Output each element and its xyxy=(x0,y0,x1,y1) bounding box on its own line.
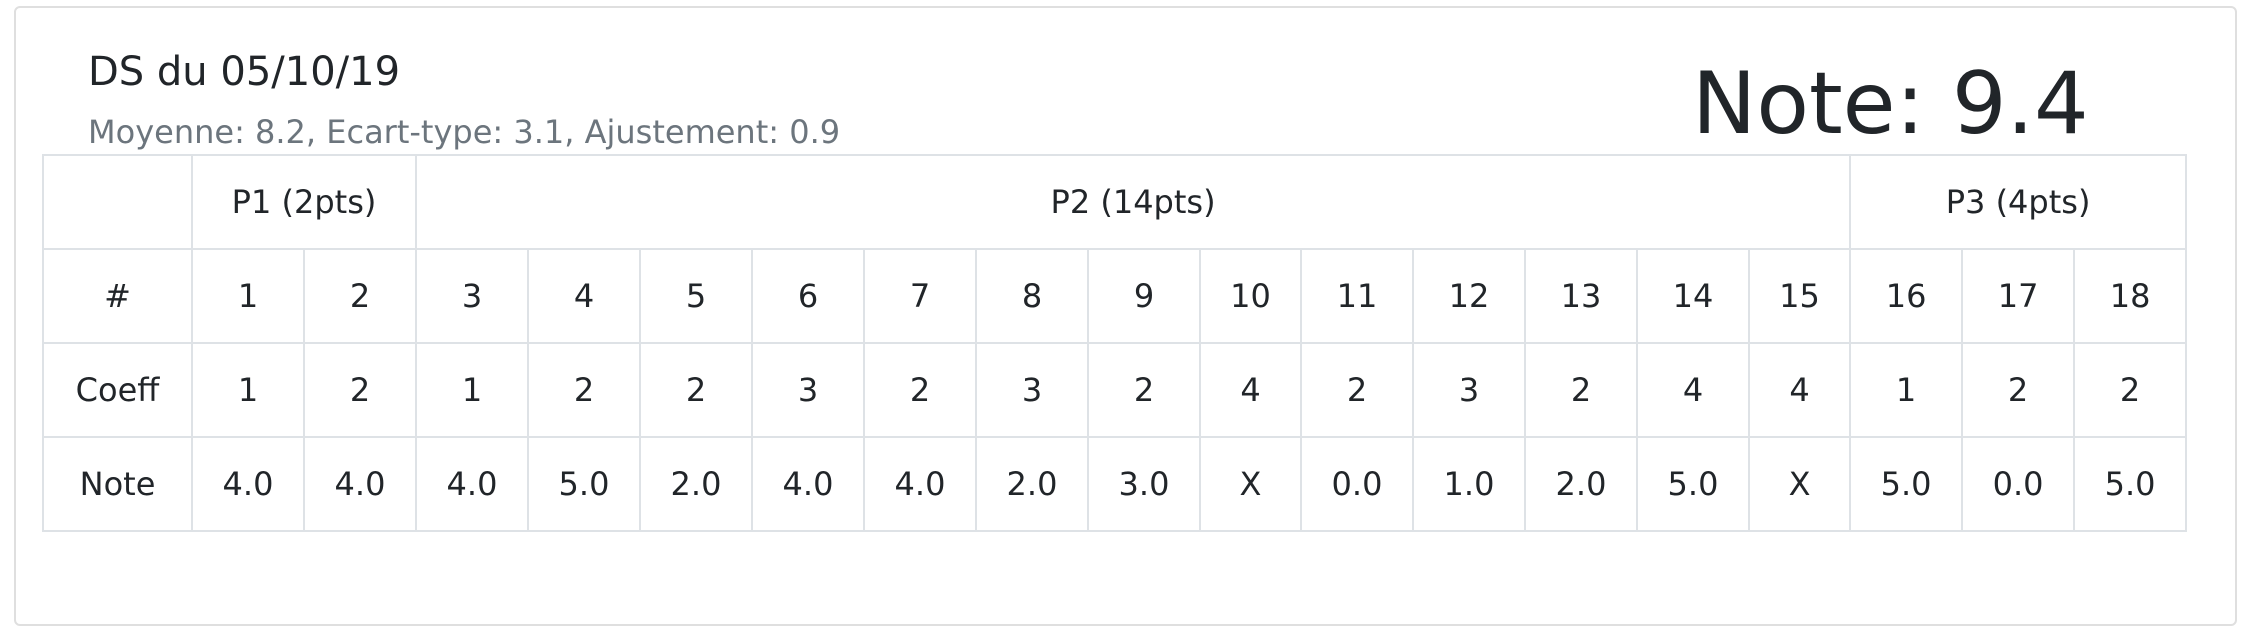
coefficient-cell: 1 xyxy=(191,342,305,438)
exam-title: DS du 05/10/19 xyxy=(88,49,401,95)
score-cell: 0.0 xyxy=(1961,436,2076,532)
coefficient-row: Coeff 121223232423244122 xyxy=(42,342,2188,438)
question-number-cell: 15 xyxy=(1747,248,1852,344)
score-cell: 2.0 xyxy=(975,436,1089,532)
question-number-cell: 3 xyxy=(415,248,529,344)
exam-statistics: Moyenne: 8.2, Ecart-type: 3.1, Ajustemen… xyxy=(88,113,841,151)
score-row: Note 4.0 4.0 4.0 5.0 2.0 4.0 4.0 2.0 3.0 X 0.0 1.0 2… xyxy=(42,436,2188,532)
empty-corner-cell xyxy=(42,154,193,250)
question-number-cell: 6 xyxy=(751,248,865,344)
score-cell: 5.0 xyxy=(1849,436,1964,532)
score-cell: 2.0 xyxy=(1524,436,1638,532)
coefficient-cell: 2 xyxy=(2073,342,2188,438)
coefficient-cell: 4 xyxy=(1199,342,1302,438)
coefficient-cell: 3 xyxy=(1412,342,1526,438)
coefficient-cell: 2 xyxy=(1961,342,2076,438)
score-cell: 2.0 xyxy=(639,436,753,532)
grade-table: P1 (2pts) P2 (14pts) P3 (4pts) # 123456789… xyxy=(42,154,2188,532)
coefficient-cell: 1 xyxy=(1849,342,1964,438)
coefficient-cell: 2 xyxy=(303,342,417,438)
score-cell: 5.0 xyxy=(1636,436,1750,532)
final-grade: Note: 9.4 xyxy=(1692,54,2089,154)
question-number-cell: 9 xyxy=(1087,248,1201,344)
score-cell: X xyxy=(1747,436,1852,532)
coefficient-cell: 3 xyxy=(751,342,865,438)
question-number-cell: 4 xyxy=(527,248,641,344)
question-number-cell: 2 xyxy=(303,248,417,344)
score-cell: 4.0 xyxy=(751,436,865,532)
question-number-row: # 1 2 3 4 5 6 7 8 9 10 11 12 13 14 15 16 17 18 xyxy=(42,248,2188,344)
coefficient-cell: 4 xyxy=(1747,342,1852,438)
question-number-cell: 17 xyxy=(1961,248,2076,344)
score-cell: 1.0 xyxy=(1412,436,1526,532)
row-label-note: Note xyxy=(42,436,193,532)
question-number-cell: 16 xyxy=(1849,248,1964,344)
part-header-cell: P3 (4pts) xyxy=(1849,154,2188,250)
question-number-cell: 5 xyxy=(639,248,753,344)
coefficient-cell: 3 xyxy=(975,342,1089,438)
question-number-cell: 10 xyxy=(1199,248,1302,344)
question-number-cell: 7 xyxy=(863,248,977,344)
question-number-cell: 1 xyxy=(191,248,305,344)
coefficient-cell: 2 xyxy=(527,342,641,438)
score-cell: 4.0 xyxy=(863,436,977,532)
part-header-row: P1 (2pts) P2 (14pts) P3 (4pts) xyxy=(42,154,2188,250)
coefficient-cell: 2 xyxy=(1524,342,1638,438)
coefficient-cell: 4 xyxy=(1636,342,1750,438)
question-number-cell: 12 xyxy=(1412,248,1526,344)
question-number-cell: 13 xyxy=(1524,248,1638,344)
score-cell: X xyxy=(1199,436,1302,532)
coefficient-cell: 2 xyxy=(863,342,977,438)
question-number-cell: 18 xyxy=(2073,248,2188,344)
question-number-cell: 11 xyxy=(1300,248,1414,344)
score-cell: 4.0 xyxy=(191,436,305,532)
coefficient-cell: 2 xyxy=(1300,342,1414,438)
score-cell: 3.0 xyxy=(1087,436,1201,532)
coefficient-cell: 2 xyxy=(1087,342,1201,438)
score-cell: 5.0 xyxy=(527,436,641,532)
row-label-number: # xyxy=(42,248,193,344)
coefficient-cell: 2 xyxy=(639,342,753,438)
coefficient-cell: 1 xyxy=(415,342,529,438)
part-header-cell: P2 (14pts) xyxy=(414,154,1852,250)
score-cell: 4.0 xyxy=(415,436,529,532)
score-cell: 4.0 xyxy=(303,436,417,532)
question-number-cell: 14 xyxy=(1636,248,1750,344)
question-number-cell: 8 xyxy=(975,248,1089,344)
score-cell: 0.0 xyxy=(1300,436,1414,532)
part-header-cell: P1 (2pts) xyxy=(191,154,417,250)
row-label-coeff: Coeff xyxy=(42,342,193,438)
score-cell: 5.0 xyxy=(2073,436,2188,532)
